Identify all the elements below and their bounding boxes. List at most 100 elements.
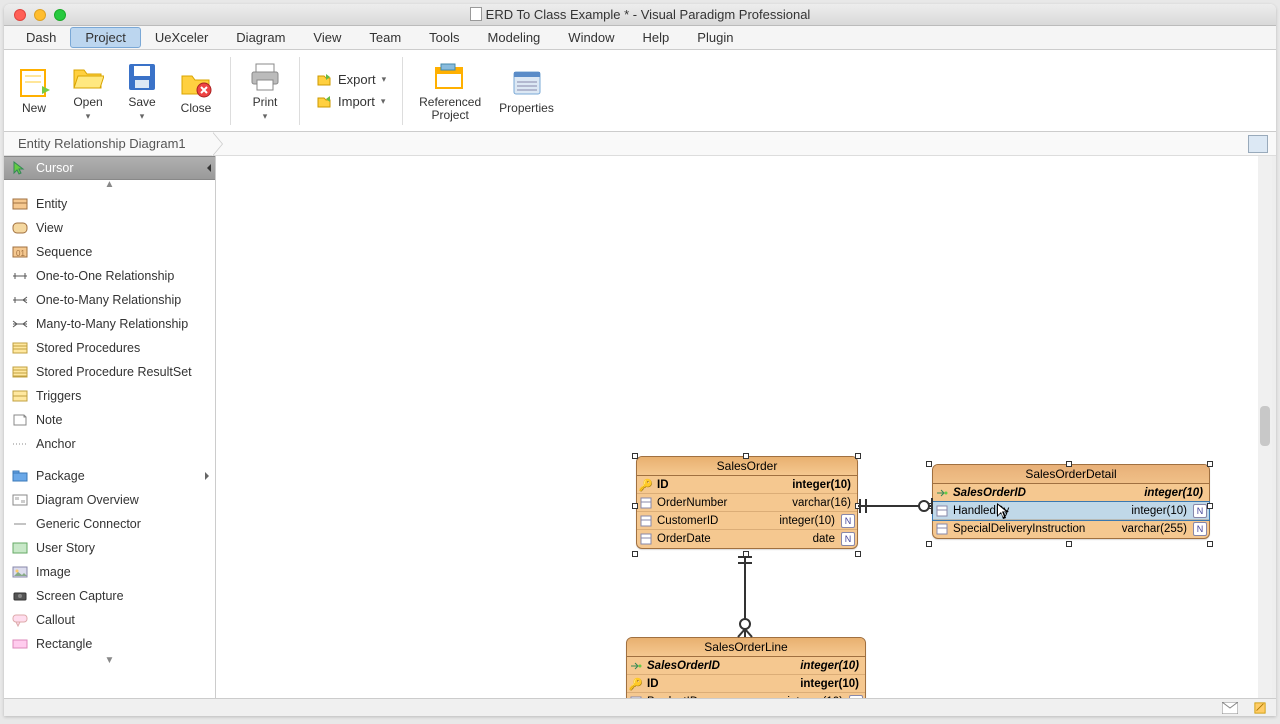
- close-project-icon: [180, 68, 212, 98]
- palette-stored-procedure-resultset[interactable]: Stored Procedure ResultSet: [4, 360, 215, 384]
- menu-plugin[interactable]: Plugin: [683, 26, 747, 49]
- menu-view[interactable]: View: [299, 26, 355, 49]
- save-button[interactable]: Save▾: [118, 58, 166, 124]
- zero-or-one-end-icon: [918, 496, 936, 516]
- palette-scroll-up[interactable]: ▲: [4, 180, 215, 192]
- palette-entity[interactable]: Entity: [4, 192, 215, 216]
- palette-anchor[interactable]: Anchor: [4, 432, 215, 456]
- palette-one-to-one[interactable]: One-to-One Relationship: [4, 264, 215, 288]
- column-row[interactable]: 🔑IDinteger(10): [637, 476, 857, 494]
- cursor-icon: [12, 161, 28, 175]
- chevron-down-icon: ▾: [263, 111, 268, 122]
- resize-handle[interactable]: [1207, 541, 1213, 547]
- palette-image[interactable]: Image: [4, 560, 215, 584]
- palette-triggers[interactable]: Triggers: [4, 384, 215, 408]
- column-icon: [639, 532, 653, 546]
- menu-project[interactable]: Project: [70, 27, 140, 48]
- entity-salesorder[interactable]: SalesOrder 🔑IDinteger(10) OrderNumbervar…: [636, 456, 858, 549]
- palette-callout[interactable]: Callout: [4, 608, 215, 632]
- palette-scroll-down[interactable]: ▼: [4, 656, 215, 668]
- referenced-project-button[interactable]: Referenced Project: [413, 58, 487, 124]
- palette-screen-capture[interactable]: Screen Capture: [4, 584, 215, 608]
- palette-generic-connector[interactable]: Generic Connector: [4, 512, 215, 536]
- palette-many-to-many[interactable]: Many-to-Many Relationship: [4, 312, 215, 336]
- resize-handle[interactable]: [926, 541, 932, 547]
- menu-diagram[interactable]: Diagram: [222, 26, 299, 49]
- column-row[interactable]: OrderNumbervarchar(16): [637, 494, 857, 512]
- export-icon: [316, 72, 332, 88]
- column-icon: [935, 522, 949, 536]
- column-row-selected[interactable]: HandledByinteger(10)N: [933, 502, 1209, 520]
- resize-handle[interactable]: [926, 461, 932, 467]
- scrollbar-thumb[interactable]: [1260, 406, 1270, 446]
- mouse-cursor: [996, 502, 1010, 520]
- nullable-badge: N: [841, 514, 855, 528]
- menu-tools[interactable]: Tools: [415, 26, 473, 49]
- breadcrumb-diagram[interactable]: Entity Relationship Diagram1: [12, 134, 192, 153]
- resize-handle[interactable]: [1207, 503, 1213, 509]
- window-title: ERD To Class Example * - Visual Paradigm…: [4, 7, 1276, 22]
- resize-handle[interactable]: [632, 453, 638, 459]
- menu-help[interactable]: Help: [629, 26, 684, 49]
- sequence-icon: 01: [12, 245, 28, 259]
- open-button[interactable]: Open▾: [64, 58, 112, 124]
- resize-handle[interactable]: [1207, 461, 1213, 467]
- palette-sequence[interactable]: 01Sequence: [4, 240, 215, 264]
- save-icon: [127, 62, 157, 92]
- palette-cursor[interactable]: Cursor: [4, 156, 215, 180]
- palette-diagram-overview[interactable]: Diagram Overview: [4, 488, 215, 512]
- menu-modeling[interactable]: Modeling: [474, 26, 555, 49]
- column-row[interactable]: SalesOrderIDinteger(10): [933, 484, 1209, 502]
- palette-rectangle[interactable]: Rectangle: [4, 632, 215, 656]
- menu-dash[interactable]: Dash: [12, 26, 70, 49]
- screen-capture-icon: [12, 589, 28, 603]
- print-button[interactable]: Print▾: [241, 58, 289, 124]
- palette-package[interactable]: Package: [4, 464, 215, 488]
- entity-salesorderdetail[interactable]: SalesOrderDetail SalesOrderIDinteger(10)…: [932, 464, 1210, 539]
- vertical-scrollbar[interactable]: [1258, 156, 1272, 698]
- column-row[interactable]: OrderDatedateN: [637, 530, 857, 548]
- open-folder-icon: [72, 62, 104, 92]
- resize-handle[interactable]: [632, 551, 638, 557]
- column-icon: [935, 504, 949, 518]
- rectangle-icon: [12, 637, 28, 651]
- palette-one-to-many[interactable]: One-to-Many Relationship: [4, 288, 215, 312]
- palette-user-story[interactable]: User Story: [4, 536, 215, 560]
- resize-handle[interactable]: [632, 503, 638, 509]
- referenced-project-icon: [433, 62, 467, 92]
- resize-handle[interactable]: [743, 453, 749, 459]
- close-button[interactable]: Close: [172, 64, 220, 117]
- fk-icon: [935, 486, 949, 500]
- document-icon: [470, 7, 482, 21]
- pk-icon: 🔑: [639, 478, 653, 492]
- overview-toggle-icon[interactable]: [1248, 135, 1268, 153]
- many-to-many-icon: [12, 317, 28, 331]
- one-end-icon: [857, 499, 869, 513]
- resize-handle[interactable]: [855, 551, 861, 557]
- column-row[interactable]: ProductIDinteger(10)N: [627, 693, 865, 698]
- menu-window[interactable]: Window: [554, 26, 628, 49]
- export-button[interactable]: Export▾: [316, 72, 386, 88]
- properties-button[interactable]: Properties: [493, 64, 560, 117]
- column-row[interactable]: 🔑IDinteger(10): [627, 675, 865, 693]
- menu-team[interactable]: Team: [355, 26, 415, 49]
- new-button[interactable]: New: [10, 64, 58, 117]
- column-row[interactable]: CustomerIDinteger(10)N: [637, 512, 857, 530]
- resize-handle[interactable]: [855, 453, 861, 459]
- entity-salesorderline[interactable]: SalesOrderLine SalesOrderIDinteger(10) 🔑…: [626, 637, 866, 698]
- column-row[interactable]: SalesOrderIDinteger(10): [627, 657, 865, 675]
- resize-handle[interactable]: [1066, 541, 1072, 547]
- import-button[interactable]: Import▾: [316, 94, 386, 110]
- diagram-overview-icon: [12, 493, 28, 507]
- menu-uexceler[interactable]: UeXceler: [141, 26, 222, 49]
- palette-stored-procedures[interactable]: Stored Procedures: [4, 336, 215, 360]
- palette-view[interactable]: View: [4, 216, 215, 240]
- anchor-icon: [12, 437, 28, 451]
- note-icon[interactable]: [1252, 702, 1268, 714]
- palette-note[interactable]: Note: [4, 408, 215, 432]
- mail-icon[interactable]: [1222, 702, 1238, 714]
- resize-handle[interactable]: [1066, 461, 1072, 467]
- column-row[interactable]: SpecialDeliveryInstructionvarchar(255)N: [933, 520, 1209, 538]
- nullable-badge: N: [1193, 504, 1207, 518]
- diagram-canvas[interactable]: SalesOrder 🔑IDinteger(10) OrderNumbervar…: [216, 156, 1276, 698]
